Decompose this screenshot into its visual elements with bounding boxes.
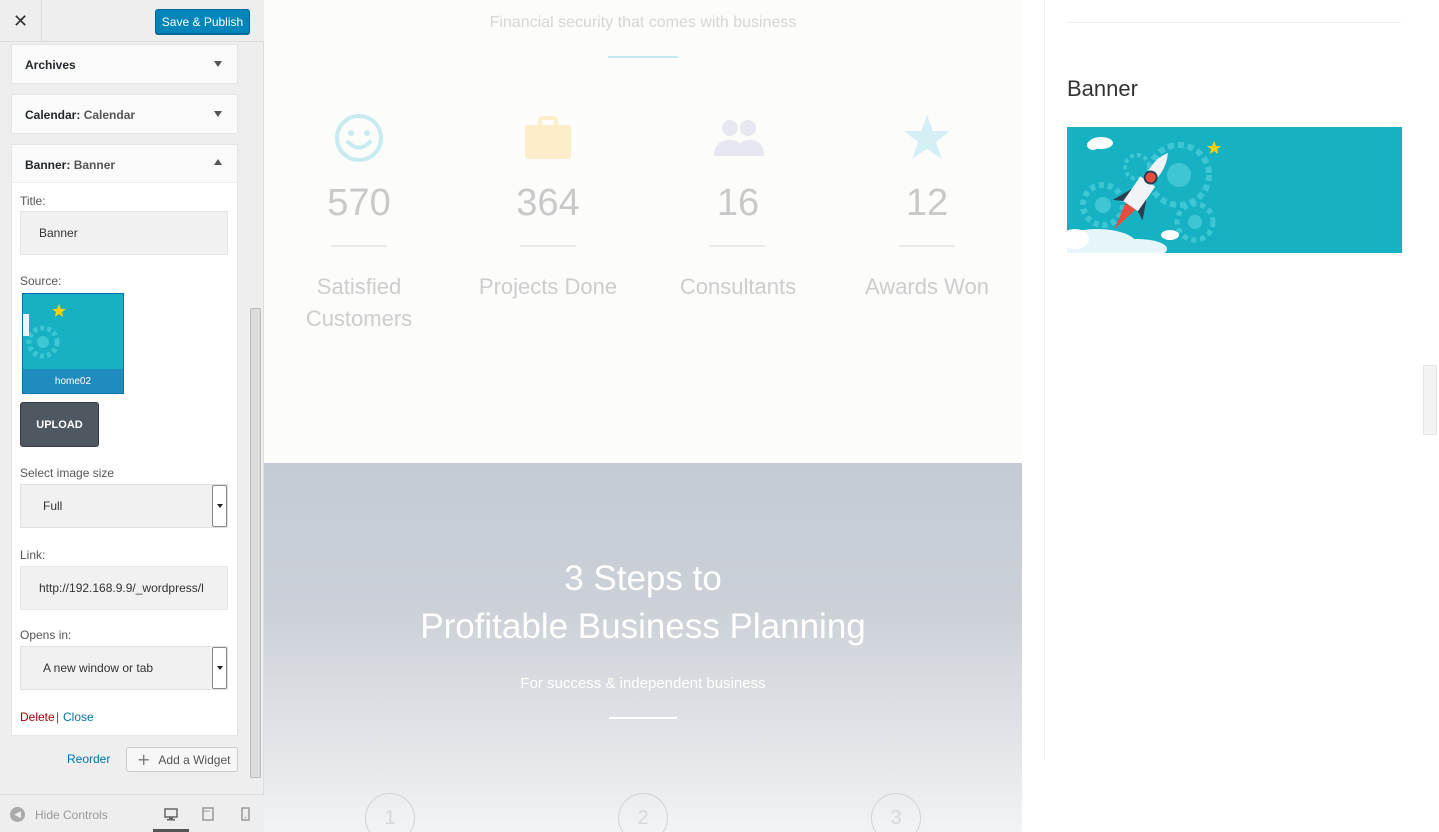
- stat-label: Consultants: [679, 274, 797, 299]
- stats-section: Financial security that comes with busin…: [264, 0, 1022, 463]
- banner-thumbnail-art: [23, 304, 66, 359]
- sidebar-scrollbar[interactable]: [249, 42, 263, 792]
- chevron-down-icon[interactable]: [214, 111, 222, 117]
- widget-archives-header: Archives: [12, 45, 237, 83]
- title-input[interactable]: Banner: [20, 211, 228, 255]
- save-publish-button[interactable]: Save & Publish: [155, 9, 250, 34]
- step-circle: 3: [871, 793, 921, 832]
- rocket-illustration: [1067, 137, 1221, 253]
- preview-scrollbar-thumb[interactable]: [1423, 365, 1437, 435]
- steps-title-line-2: Profitable Business Planning: [420, 607, 866, 646]
- briefcase-icon: [458, 110, 638, 166]
- link-input[interactable]: http://192.168.9.9/_wordpress/l: [20, 566, 228, 610]
- star-icon: [837, 110, 1017, 166]
- widget-calendar-header: Calendar: Calendar: [12, 95, 237, 133]
- widget-banner-name: Banner:: [25, 158, 71, 172]
- desktop-icon[interactable]: [164, 807, 178, 821]
- steps-title-line-1: 3 Steps to: [564, 559, 722, 598]
- stat-label: Satisfied Customers: [305, 274, 413, 331]
- users-icon: [648, 110, 828, 166]
- widget-archives-title: Archives: [25, 58, 76, 72]
- link-label: Link:: [20, 548, 46, 562]
- stat-number: 364: [516, 182, 580, 224]
- stat-number: 12: [905, 182, 949, 224]
- stats-subtitle: Financial security that comes with busin…: [489, 14, 797, 31]
- close-link[interactable]: Close: [63, 710, 94, 724]
- steps-section: 3 Steps to Profitable Business Planning …: [264, 463, 1022, 832]
- stat-item: 16 Consultants: [648, 110, 828, 303]
- stat-item: 570 Satisfied Customers: [269, 110, 449, 335]
- stat-divider: [899, 245, 955, 247]
- widget-archives[interactable]: Archives: [11, 44, 238, 84]
- stat-divider: [710, 245, 766, 247]
- banner-widget-title: Banner: [1067, 76, 1138, 101]
- add-widget-label: Add a Widget: [158, 752, 231, 767]
- smiley-icon: [269, 110, 449, 166]
- chevron-down-icon[interactable]: [214, 61, 222, 67]
- sidebar-divider: [1067, 22, 1401, 23]
- stat-label: Projects Done: [478, 274, 618, 299]
- opens-in-value: A new window or tab: [43, 661, 154, 675]
- stats-divider: [608, 56, 678, 58]
- dropdown-arrow-icon[interactable]: [212, 485, 227, 527]
- stat-number: 570: [327, 182, 391, 224]
- customizer-footer: ◀ Hide Controls: [0, 794, 264, 832]
- opens-in-select[interactable]: A new window or tab: [20, 646, 228, 690]
- customizer-sidebar: ✕ Save & Publish Archives Calendar: Cale…: [0, 0, 264, 832]
- plus-icon: +: [137, 750, 151, 769]
- site-preview: Financial security that comes with busin…: [264, 0, 1439, 832]
- stat-item: 12 Awards Won: [837, 110, 1017, 303]
- close-icon[interactable]: ✕: [0, 0, 42, 42]
- steps-title: 3 Steps to Profitable Business Planning: [264, 555, 1022, 651]
- step-circle: 1: [365, 793, 415, 832]
- widget-calendar-title: Calendar: [83, 108, 136, 122]
- steps-subtitle: For success & independent business: [520, 675, 766, 692]
- image-size-value: Full: [43, 499, 63, 513]
- title-label: Title:: [20, 194, 46, 208]
- widget-banner-title: Banner: [73, 158, 116, 172]
- sidebar-scrollbar-thumb[interactable]: [250, 308, 261, 778]
- mobile-icon[interactable]: [238, 807, 252, 821]
- chevron-up-icon[interactable]: [214, 159, 222, 165]
- banner-image[interactable]: [1067, 127, 1402, 253]
- add-widget-button[interactable]: + Add a Widget: [126, 747, 238, 772]
- customizer-header: ✕ Save & Publish: [0, 0, 264, 42]
- stat-label: Awards Won: [865, 274, 989, 299]
- tablet-icon[interactable]: [201, 807, 215, 821]
- reorder-link[interactable]: Reorder: [67, 752, 110, 766]
- steps-divider: [609, 717, 677, 719]
- hide-controls-button[interactable]: ◀ Hide Controls: [10, 807, 108, 822]
- stat-divider: [331, 245, 387, 247]
- preview-sidebar: Banner: [1044, 0, 1439, 760]
- hide-controls-label: Hide Controls: [35, 807, 108, 822]
- collapse-icon: ◀: [10, 807, 25, 822]
- stat-item: 364 Projects Done: [458, 110, 638, 303]
- delete-link[interactable]: Delete: [20, 710, 55, 724]
- link-separator: |: [56, 710, 60, 724]
- opens-in-label: Opens in:: [20, 628, 72, 642]
- source-filename: home02: [23, 369, 123, 393]
- source-image-thumbnail[interactable]: home02: [22, 293, 124, 394]
- source-label: Source:: [20, 274, 62, 288]
- image-size-label: Select image size: [20, 466, 115, 480]
- stat-divider: [520, 245, 576, 247]
- dropdown-arrow-icon[interactable]: [212, 647, 227, 689]
- widget-calendar-name: Calendar:: [25, 108, 81, 122]
- widget-calendar[interactable]: Calendar: Calendar: [11, 94, 238, 134]
- image-size-select[interactable]: Full: [20, 484, 228, 528]
- upload-button[interactable]: UPLOAD: [20, 402, 99, 447]
- step-circle: 2: [618, 793, 668, 832]
- widget-banner-header: Banner: Banner: [12, 145, 237, 183]
- stat-number: 16: [716, 182, 760, 224]
